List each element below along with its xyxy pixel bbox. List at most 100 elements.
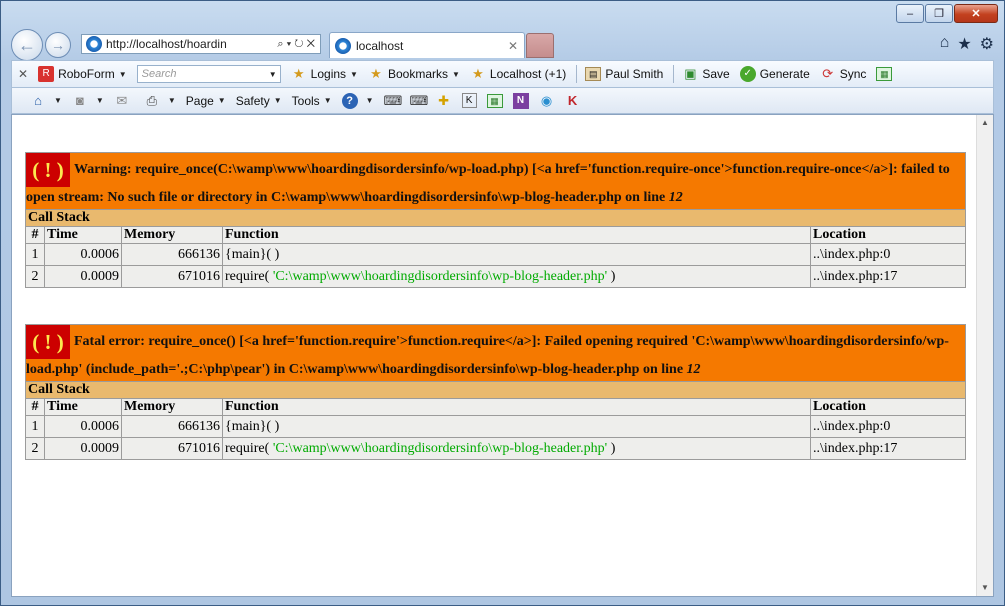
search-input[interactable]: Search ▼: [136, 65, 281, 83]
tab-close-icon[interactable]: ✕: [508, 39, 518, 53]
localhost-label: Localhost (+1): [489, 67, 567, 81]
roboform-button[interactable]: R RoboForm ▼: [38, 66, 127, 82]
addon-button-1[interactable]: ⌨: [384, 93, 404, 109]
close-window-button[interactable]: ✕: [954, 4, 998, 23]
row-location: ..\index.php:17: [810, 437, 966, 460]
onenote-icon: N: [512, 92, 529, 109]
addon-button-7[interactable]: ◉: [539, 93, 559, 109]
addon-button-8[interactable]: K: [565, 93, 585, 109]
window-controls: – ❐ ✕: [896, 4, 998, 23]
col-header-function: Function: [222, 398, 811, 416]
function-arg: 'C:\wamp\www\hoardingdisordersinfo\wp-bl…: [272, 440, 608, 456]
chevron-down-icon: ▼: [118, 69, 127, 79]
toolbar-close-icon[interactable]: ✕: [18, 67, 28, 81]
feeds-button[interactable]: ◙ ▼: [72, 93, 104, 109]
row-function: {main}( ): [222, 415, 811, 438]
scroll-down-icon[interactable]: ▼: [977, 580, 993, 596]
col-header-memory: Memory: [121, 226, 223, 244]
row-location: ..\index.php:0: [810, 415, 966, 438]
page-menu[interactable]: Page ▼: [186, 94, 226, 108]
ie-tab-icon: e: [335, 37, 351, 54]
chevron-down-icon: ▼: [217, 96, 226, 105]
error-message-text: Fatal error: require_once() [<a href='fu…: [26, 334, 949, 377]
chevron-down-icon: ▼: [452, 69, 460, 79]
safety-menu[interactable]: Safety ▼: [236, 94, 282, 108]
bookmark-add-icon: ✚: [438, 92, 449, 108]
table-row: 2 0.0009 671016 require( 'C:\wamp\www\ho…: [25, 437, 966, 460]
maximize-button[interactable]: ❐: [925, 4, 953, 23]
bookmarks-label: Bookmarks: [387, 67, 448, 81]
error-icon: ( ! ): [26, 325, 70, 359]
favorites-icon[interactable]: ★: [957, 34, 971, 54]
function-end: ): [607, 268, 616, 284]
roboform-options-button[interactable]: ▦: [876, 67, 896, 81]
skype-icon: ◉: [540, 92, 553, 108]
vertical-scrollbar[interactable]: ▲ ▼: [976, 115, 993, 596]
chevron-down-icon: ▼: [365, 96, 374, 105]
search-placeholder: Search: [141, 68, 177, 80]
row-num: 1: [25, 415, 45, 438]
page-label: Page: [185, 93, 214, 108]
home-icon[interactable]: ⌂: [940, 34, 950, 54]
identity-button[interactable]: ▤ Paul Smith: [585, 67, 663, 81]
chevron-down-icon[interactable]: ▼: [269, 70, 277, 79]
back-button[interactable]: ←: [11, 29, 43, 61]
keyboard-icon: ⌨: [383, 92, 403, 108]
localhost-icon: ★: [472, 66, 484, 81]
minimize-button[interactable]: –: [896, 4, 924, 23]
identity-card-icon: ▤: [585, 67, 602, 81]
help-icon: ?: [341, 92, 358, 109]
logins-button[interactable]: ★ Logins ▼: [291, 66, 358, 82]
bookmarks-button[interactable]: ★ Bookmarks ▼: [368, 66, 460, 82]
keyboard-icon: ⌨: [409, 92, 429, 108]
address-controls[interactable]: ⌕ ▾ ↻ ✕: [277, 38, 315, 51]
mail-icon: ✉: [116, 92, 128, 108]
sync-button[interactable]: ⟳ Sync: [820, 66, 866, 82]
row-function: {main}( ): [222, 243, 811, 266]
logins-label: Logins: [310, 67, 347, 81]
addon-button-5[interactable]: ▦: [486, 93, 507, 108]
addon-button-2[interactable]: ⌨: [410, 93, 430, 109]
col-header-function: Function: [222, 226, 811, 244]
address-bar[interactable]: e http://localhost/hoardin ⌕ ▾ ↻ ✕: [81, 34, 321, 54]
identity-label: Paul Smith: [605, 67, 664, 81]
table-row: 1 0.0006 666136 {main}( ) ..\index.php:0: [25, 415, 966, 438]
forward-button[interactable]: →: [45, 32, 71, 58]
k-icon: K: [461, 93, 477, 108]
row-time: 0.0009: [44, 265, 122, 288]
error-line-number: 12: [686, 362, 701, 377]
tools-menu[interactable]: Tools ▼: [292, 94, 332, 108]
print-button[interactable]: ⎙ ▼: [144, 93, 176, 109]
tab-title: localhost: [356, 38, 404, 53]
xdebug-error-table: ( ! ) Fatal error: require_once() [<a hre…: [25, 324, 966, 460]
read-mail-button[interactable]: ✉: [114, 93, 134, 109]
save-button[interactable]: ▣ Save: [682, 66, 730, 82]
home-button[interactable]: ⌂ ▼: [30, 93, 62, 109]
bookmarks-icon: ★: [370, 66, 382, 81]
addon-button-6[interactable]: N: [512, 92, 533, 109]
col-header-location: Location: [810, 398, 966, 416]
row-time: 0.0006: [44, 243, 122, 266]
k-red-icon: K: [567, 92, 578, 108]
new-tab-button[interactable]: [526, 33, 554, 58]
generate-icon: ✓: [739, 66, 756, 82]
col-header-num: #: [25, 398, 45, 416]
table-row: 2 0.0009 671016 require( 'C:\wamp\www\ho…: [25, 265, 966, 288]
settings-icon[interactable]: ⚙: [980, 34, 994, 54]
addon-button-4[interactable]: K: [461, 93, 481, 108]
generate-button[interactable]: ✓ Generate: [739, 66, 810, 82]
localhost-button[interactable]: ★ Localhost (+1): [470, 66, 566, 82]
chevron-down-icon: ▼: [350, 69, 358, 79]
ie-page-icon: e: [86, 36, 102, 52]
save-label: Save: [702, 67, 730, 81]
tab-localhost[interactable]: e localhost ✕: [329, 32, 525, 58]
scroll-up-icon[interactable]: ▲: [977, 115, 993, 131]
address-url[interactable]: http://localhost/hoardin: [106, 37, 277, 51]
warning-icon: ( ! ): [26, 153, 70, 187]
toolbar-separator: [576, 65, 578, 83]
col-header-time: Time: [44, 398, 122, 416]
addon-button-3[interactable]: ✚: [436, 93, 456, 109]
help-menu[interactable]: ? ▼: [341, 92, 374, 109]
chevron-down-icon: ▼: [54, 96, 62, 105]
col-header-time: Time: [44, 226, 122, 244]
